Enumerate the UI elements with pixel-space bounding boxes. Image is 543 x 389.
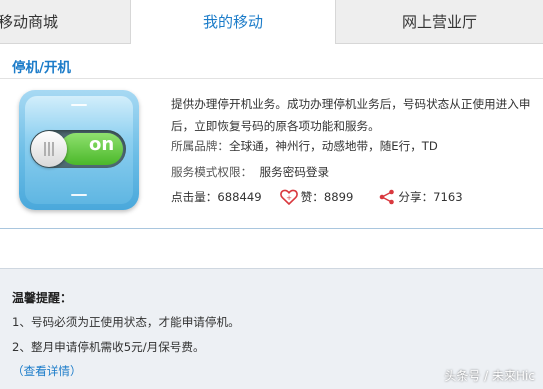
tab-my-mobile[interactable]: 我的移动 [131,0,336,44]
service-mode-label: 服务模式权限： [171,165,253,179]
content-divider [0,228,543,229]
like-button[interactable]: + 赞： 8899 [279,189,354,205]
top-tab-bar: 移动商城 我的移动 网上营业厅 [0,0,543,44]
knob-grip-icon [44,142,54,156]
section-divider [0,78,543,79]
description-line-1: 提供办理停开机业务。成功办理停机业务后，号码状态从正使用进入申 [171,97,531,111]
icon-bottom-slot [71,194,87,196]
click-count: 点击量： 688449 [171,189,262,205]
tab-label: 我的移动 [202,13,263,31]
service-mode-value: 服务密码登录 [259,165,330,179]
power-toggle-app-icon: on [19,90,139,210]
reminder-item-2: 2、整月申请停机需收5元/月保号费。 [12,340,205,354]
share-label: 分享： [398,190,434,204]
watermark: 头条号 / 未来Hic [444,369,535,383]
brand-label: 所属品牌： [171,139,229,153]
tab-label: 网上营业厅 [401,13,477,31]
section-title: 停机/开机 [12,60,71,76]
like-count: 8899 [323,190,354,204]
service-description: 提供办理停开机业务。成功办理停机业务后，号码状态从正使用进入申 后，立即恢复号码… [171,93,543,137]
toggle-knob [31,131,67,167]
page: 移动商城 我的移动 网上营业厅 停机/开机 on 提供办理停开机业务。成功办理停… [0,0,543,389]
share-count: 7163 [433,190,463,204]
tab-online-hall[interactable]: 网上营业厅 [336,0,543,44]
toggle-on-label: on [89,134,115,155]
tab-mobile-mall[interactable]: 移动商城 [0,0,131,44]
description-line-2: 后，立即恢复号码的原各项功能和服务。 [171,119,380,133]
service-mode-row: 服务模式权限： 服务密码登录 [171,164,329,180]
reminder-item-1: 1、号码必须为正使用状态，才能申请停机。 [12,315,240,329]
tab-label: 移动商城 [0,13,59,31]
reminder-title: 温馨提醒： [12,291,73,305]
icon-top-slot [71,104,87,106]
like-label: 赞： [300,190,324,204]
heart-icon: + [279,189,298,205]
share-button[interactable]: 分享： 7163 [379,189,463,205]
stats-row: 点击量： 688449 + 赞： 8899 分享： 7163 [171,189,475,205]
brand-value: 全球通，神州行，动感地带，随E行，TD [228,139,438,153]
view-details-link[interactable]: （查看详情） [12,363,82,379]
reminder-box: 温馨提醒： 1、号码必须为正使用状态，才能申请停机。 2、整月申请停机需收5元/… [0,268,543,389]
click-count-label: 点击量： [171,190,218,204]
click-count-value: 688449 [217,190,262,204]
brand-row: 所属品牌：全球通，神州行，动感地带，随E行，TD [171,138,438,154]
svg-text:+: + [286,194,292,202]
share-icon [380,189,395,205]
